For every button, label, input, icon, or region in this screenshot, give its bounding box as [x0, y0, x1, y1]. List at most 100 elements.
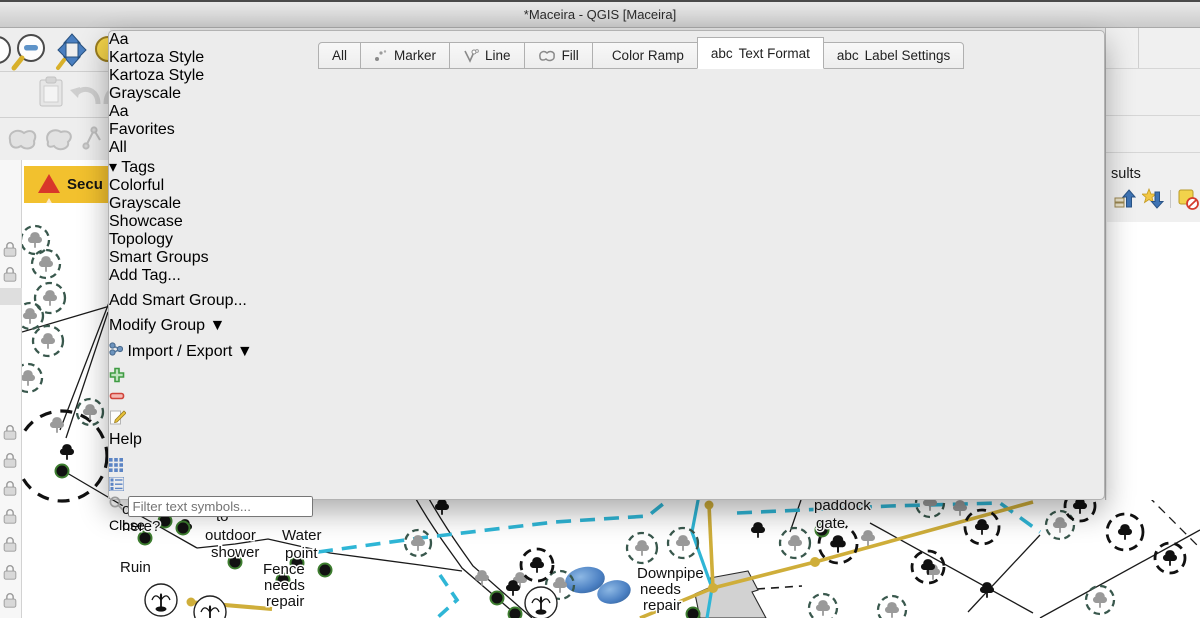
clear-results-icon[interactable]	[1177, 188, 1199, 210]
results-panel-title: sults	[1111, 166, 1141, 182]
map-label: shower	[211, 544, 259, 561]
sidebar-item-label: Tags	[121, 159, 155, 176]
tab-label: Label Settings	[865, 48, 951, 63]
sidebar-item-topology[interactable]: Topology	[109, 231, 1104, 249]
grid-view-icon	[109, 458, 123, 472]
tab-text-format[interactable]: abc Text Format	[697, 37, 824, 69]
message-bar: Secu	[24, 166, 108, 203]
style-preview-text: Aa	[109, 31, 129, 48]
tab-label-settings[interactable]: abc Label Settings	[823, 42, 964, 69]
tab-label: Marker	[394, 48, 436, 63]
tab-line[interactable]: Line	[449, 42, 525, 69]
remove-item-button[interactable]	[109, 388, 1104, 409]
zoom-out-icon[interactable]	[14, 35, 44, 68]
chevron-down-icon[interactable]: ▾	[109, 159, 117, 176]
dropdown-arrow-icon: ▼	[237, 343, 253, 360]
style-manager-tabbar: All Marker Line	[319, 37, 964, 69]
line-icon	[463, 49, 479, 63]
map-label: Downpipe	[637, 565, 704, 582]
add-tag-button[interactable]: Add Tag...	[109, 267, 300, 292]
add-item-button[interactable]	[109, 367, 1104, 388]
close-button[interactable]: Close	[109, 517, 199, 544]
style-manager-dialog: All Marker Line	[108, 30, 1105, 500]
map-label: point	[285, 545, 318, 562]
sidebar-item-label: Showcase	[109, 213, 183, 230]
sidebar-item-label: Topology	[109, 231, 173, 248]
sidebar-item-smart-groups[interactable]: Smart Groups	[109, 249, 1104, 267]
collapse-results-icon[interactable]	[1142, 188, 1164, 210]
titlebar: *Maceira - QGIS [Maceira]	[0, 0, 1200, 28]
results-panel: sults	[1105, 28, 1200, 500]
map-label: repair	[266, 593, 304, 610]
tab-label: Color Ramp	[612, 48, 684, 63]
share-icon	[109, 343, 127, 360]
sidebar-item-tags[interactable]: ▾ Tags	[109, 157, 1104, 177]
tab-marker[interactable]: Marker	[360, 42, 450, 69]
tab-fill[interactable]: Fill	[524, 42, 593, 69]
sidebar-item-label: Favorites	[109, 121, 175, 138]
sidebar-item-label: Grayscale	[109, 195, 181, 212]
text-format-icon: abc	[711, 46, 733, 61]
edit-item-button[interactable]	[109, 409, 1104, 431]
fill-icon	[538, 49, 556, 62]
sidebar-item-showcase[interactable]: Showcase	[109, 213, 1104, 231]
shape-tools-icons[interactable]	[10, 127, 100, 149]
add-smart-group-button[interactable]: Add Smart Group...	[109, 292, 300, 317]
list-view-icon	[109, 477, 124, 491]
paste-icon[interactable]	[40, 77, 62, 106]
map-label: outdoor	[205, 527, 256, 544]
expand-results-icon[interactable]	[1114, 188, 1136, 210]
tooltip-preview: Aa	[109, 103, 1104, 121]
plus-icon	[109, 367, 125, 383]
style-tooltip: Kartoza Style Grayscale Aa	[109, 67, 1104, 121]
tooltip-preview-text: Aa	[109, 103, 129, 120]
sidebar-item-grayscale[interactable]: Grayscale	[109, 195, 1104, 213]
left-panel-strip	[0, 160, 22, 618]
map-label: needs	[640, 581, 681, 598]
map-toolbar	[0, 28, 110, 160]
map-label: repair	[643, 597, 681, 614]
zoom-full-icon[interactable]	[58, 34, 86, 68]
sidebar-item-all[interactable]: All	[109, 139, 1104, 157]
search-icon	[109, 496, 124, 511]
warning-icon	[24, 174, 58, 196]
message-bar-text: Secu	[67, 176, 103, 193]
import-export-button[interactable]: Import / Export ▼	[109, 342, 300, 367]
tab-color-ramp[interactable]: Color Ramp	[592, 42, 698, 69]
modify-group-button[interactable]: Modify Group ▼	[109, 317, 300, 342]
map-label: needs	[264, 577, 305, 594]
marker-dots-icon	[374, 49, 388, 62]
list-view-button[interactable]	[109, 477, 1104, 496]
strip-selected-band	[0, 288, 22, 305]
filter-field-wrap	[109, 496, 1104, 517]
tab-label: Fill	[562, 48, 579, 63]
window-title: *Maceira - QGIS [Maceira]	[524, 7, 676, 22]
tab-all[interactable]: All	[318, 42, 361, 69]
zoom-in-icon[interactable]	[0, 37, 10, 63]
map-label: Ruin	[120, 559, 151, 576]
sidebar-item-label: Colorful	[109, 177, 164, 194]
minus-icon	[109, 388, 125, 404]
sidebar-item-label: All	[109, 139, 127, 156]
undo-icon[interactable]	[70, 87, 98, 104]
icon-view-button[interactable]	[109, 458, 1104, 477]
qgis-window: out here? Ruin to outdoor shower Water p…	[0, 0, 1200, 618]
sidebar-item-label: Smart Groups	[109, 249, 209, 266]
map-label: Fence	[263, 561, 305, 578]
tab-label: Line	[485, 48, 511, 63]
map-label: gate	[816, 515, 845, 532]
filter-input[interactable]	[128, 496, 313, 517]
sidebar-item-colorful[interactable]: Colorful	[109, 177, 1104, 195]
tab-label: All	[332, 48, 347, 63]
label-settings-icon: abc	[837, 48, 859, 63]
tooltip-title: Kartoza Style	[109, 67, 1104, 85]
pencil-icon	[109, 409, 126, 426]
tab-label: Text Format	[739, 46, 810, 61]
toolbar-divider	[1170, 190, 1171, 208]
style-groups-list: Favorites All ▾ Tags Colorful Grayscale …	[109, 121, 1104, 267]
dropdown-arrow-icon: ▼	[210, 317, 226, 334]
sidebar-item-favorites[interactable]: Favorites	[109, 121, 1104, 139]
map-label: Water	[282, 527, 321, 544]
help-button[interactable]: Help	[109, 431, 200, 458]
tooltip-tag: Grayscale	[109, 85, 1104, 103]
